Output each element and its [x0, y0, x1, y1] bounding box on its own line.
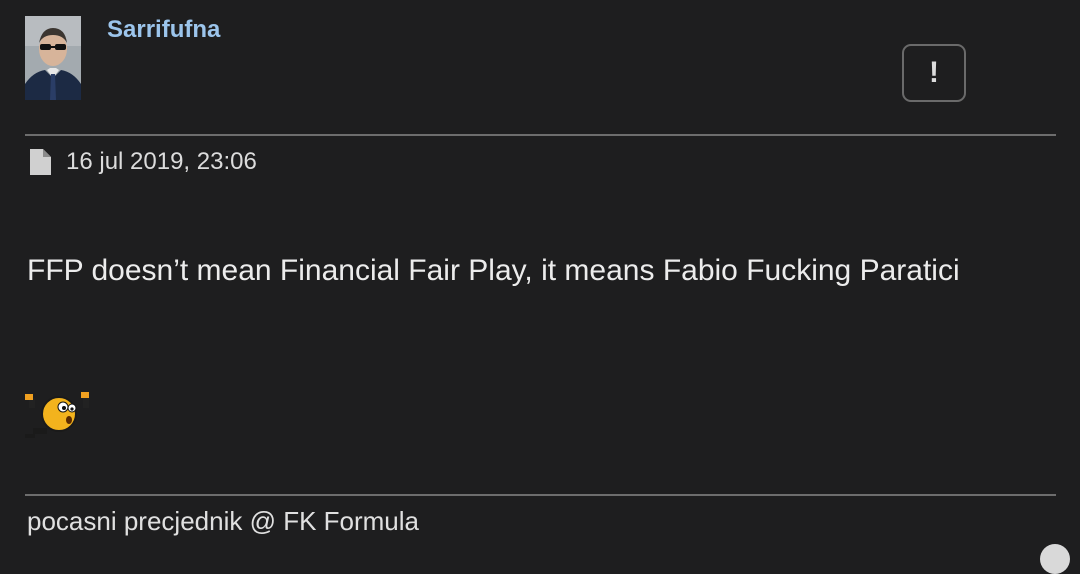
avatar[interactable] — [25, 16, 81, 100]
post-meta: 16 jul 2019, 23:06 — [28, 148, 257, 176]
report-button-label: ! — [929, 56, 939, 89]
post-date: 16 jul 2019, 23:06 — [66, 148, 257, 175]
post-body: FFP doesn’t mean Financial Fair Play, it… — [27, 254, 960, 287]
avatar-photo — [25, 16, 81, 100]
file-icon[interactable] — [28, 148, 52, 176]
post-author[interactable]: Sarrifufna — [107, 16, 220, 44]
signature-divider — [25, 494, 1056, 496]
header-divider — [25, 134, 1056, 136]
scroll-up-icon[interactable] — [1040, 544, 1070, 574]
report-button[interactable]: ! — [902, 44, 966, 102]
post-signature: pocasni precjednik @ FK Formula — [27, 506, 419, 536]
flexing-smiley-icon — [25, 384, 91, 440]
